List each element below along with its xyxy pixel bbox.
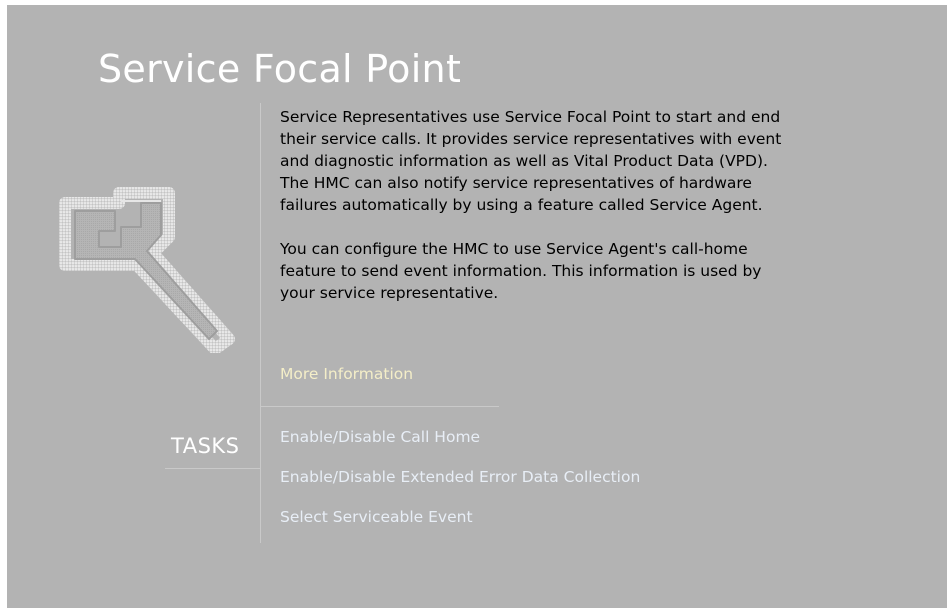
- description-line: your service representative.: [280, 284, 499, 302]
- description: Service Representatives use Service Foca…: [280, 106, 920, 304]
- tasks-divider: [165, 468, 261, 469]
- wrench-icon: [59, 187, 235, 353]
- page-title: Service Focal Point: [98, 47, 462, 91]
- vertical-divider: [260, 103, 261, 543]
- tasks-heading: TASKS: [171, 434, 240, 458]
- service-focal-point-panel: Service Focal Point Service Representati…: [7, 5, 947, 608]
- description-line: The HMC can also notify service represen…: [280, 174, 752, 192]
- description-line: You can configure the HMC to use Service…: [280, 240, 748, 258]
- task-enable-disable-extended-error-data-collection[interactable]: Enable/Disable Extended Error Data Colle…: [280, 468, 640, 486]
- description-paragraph-1: Service Representatives use Service Foca…: [280, 106, 920, 216]
- description-line: Service Representatives use Service Foca…: [280, 108, 781, 126]
- description-line: and diagnostic information as well as Vi…: [280, 152, 768, 170]
- description-line: failures automatically by using a featur…: [280, 196, 763, 214]
- description-paragraph-2: You can configure the HMC to use Service…: [280, 238, 920, 304]
- description-line: feature to send event information. This …: [280, 262, 762, 280]
- task-enable-disable-call-home[interactable]: Enable/Disable Call Home: [280, 428, 480, 446]
- task-select-serviceable-event[interactable]: Select Serviceable Event: [280, 508, 473, 526]
- info-divider: [260, 406, 499, 407]
- description-line: their service calls. It provides service…: [280, 130, 782, 148]
- more-information-link[interactable]: More Information: [280, 365, 413, 383]
